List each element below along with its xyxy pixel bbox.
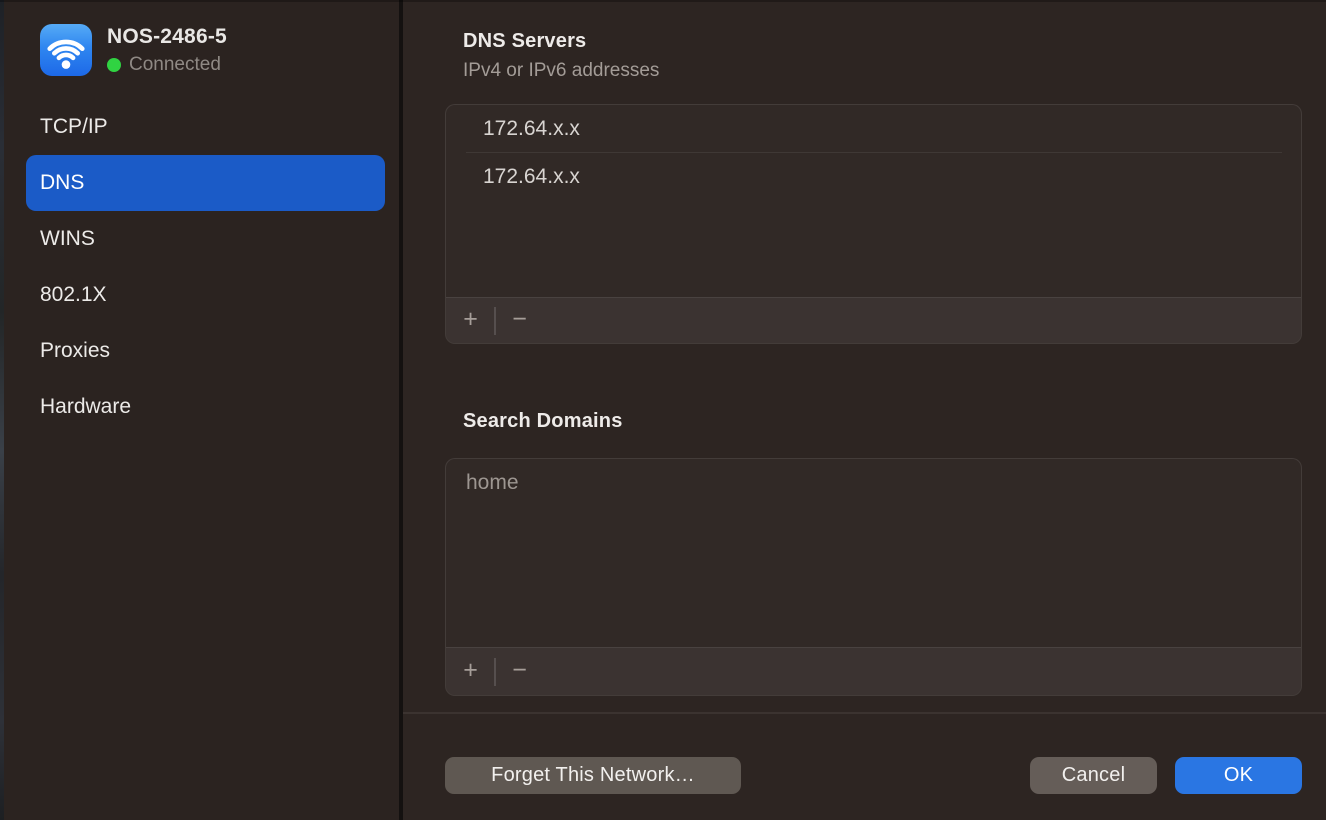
wifi-icon [40,24,92,76]
connected-status-label: Connected [129,54,221,76]
sidebar-item-proxies[interactable]: Proxies [26,323,385,379]
remove-dns-server-button[interactable]: − [501,298,538,343]
wifi-glyph [40,24,92,76]
sidebar-item-hardware[interactable]: Hardware [26,379,385,435]
plus-icon: + [463,305,478,334]
dns-servers-subtitle: IPv4 or IPv6 addresses [463,60,659,82]
toolbar-separator [494,307,496,335]
dns-server-entry[interactable]: 172.64.x.x [446,105,1301,152]
network-name: NOS-2486-5 [107,24,227,49]
plus-icon: + [463,656,478,685]
dns-server-entry[interactable]: 172.64.x.x [446,153,1301,200]
dns-servers-title: DNS Servers [463,30,586,53]
footer-divider [403,712,1326,714]
dns-servers-rows: 172.64.x.x 172.64.x.x [446,105,1301,297]
sidebar-divider [399,0,403,820]
dns-servers-list: 172.64.x.x 172.64.x.x + − [445,104,1302,344]
sidebar-nav: TCP/IP DNS WINS 802.1X Proxies Hardware [26,99,385,435]
connected-status-dot [107,58,121,72]
dns-servers-toolbar: + − [446,297,1301,343]
sidebar-item-8021x[interactable]: 802.1X [26,267,385,323]
search-domains-rows: home [446,459,1301,647]
minus-icon: − [512,656,527,685]
sidebar-item-dns[interactable]: DNS [26,155,385,211]
search-domains-toolbar: + − [446,647,1301,695]
sidebar-item-wins[interactable]: WINS [26,211,385,267]
add-dns-server-button[interactable]: + [452,298,489,343]
dns-pane: DNS Servers IPv4 or IPv6 addresses 172.6… [403,0,1326,820]
search-domain-entry[interactable]: home [446,459,1301,506]
search-domains-list: home + − [445,458,1302,696]
network-status: Connected [107,54,227,76]
forget-network-button[interactable]: Forget This Network… [445,757,741,794]
sidebar-item-tcpip[interactable]: TCP/IP [26,99,385,155]
add-search-domain-button[interactable]: + [452,648,489,695]
remove-search-domain-button[interactable]: − [501,648,538,695]
minus-icon: − [512,305,527,334]
cancel-button[interactable]: Cancel [1030,757,1157,794]
search-domains-title: Search Domains [463,410,623,433]
sidebar: NOS-2486-5 Connected TCP/IP DNS WINS 802… [4,0,399,820]
network-header: NOS-2486-5 Connected [40,24,227,76]
network-details-sheet: NOS-2486-5 Connected TCP/IP DNS WINS 802… [0,0,1326,820]
network-identity: NOS-2486-5 Connected [107,24,227,76]
window-edge-strip [0,0,4,820]
toolbar-separator [494,658,496,686]
ok-button[interactable]: OK [1175,757,1302,794]
